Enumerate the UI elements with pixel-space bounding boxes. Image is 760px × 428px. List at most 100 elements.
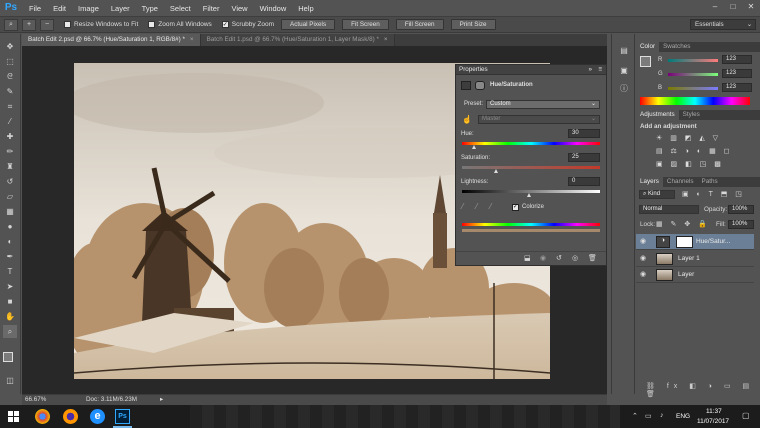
print-size-button[interactable]: Print Size [450, 19, 496, 30]
menu-select[interactable]: Select [164, 4, 197, 13]
color-fg-swatch[interactable] [640, 56, 651, 67]
zoom-tool-icon[interactable]: ⌕ [3, 325, 17, 338]
history-brush-tool-icon[interactable]: ↺ [3, 175, 17, 188]
firefox-icon[interactable] [63, 409, 78, 424]
b-input[interactable]: 123 [722, 83, 752, 92]
language-indicator[interactable]: ENG [676, 413, 690, 420]
quick-select-tool-icon[interactable]: ✎ [3, 85, 17, 98]
g-input[interactable]: 123 [722, 69, 752, 78]
clock-date[interactable]: 11/07/2017 [697, 418, 729, 425]
tab-styles[interactable]: Styles [679, 110, 704, 120]
tab-batch-edit-1[interactable]: Batch Edit 1.psd @ 66.7% (Hue/Saturation… [200, 34, 395, 46]
stamp-tool-icon[interactable]: ♜ [3, 160, 17, 173]
clip-to-layer-icon[interactable]: ⬓ [524, 254, 531, 262]
status-arrow-icon[interactable]: ▸ [160, 395, 163, 405]
tab-channels[interactable]: Channels [663, 177, 698, 187]
hand-tool-icon[interactable]: ✋ [3, 310, 17, 323]
resize-windows-checkbox[interactable]: Resize Windows to Fit [64, 21, 138, 28]
menu-filter[interactable]: Filter [197, 4, 226, 13]
tab-swatches[interactable]: Swatches [659, 42, 694, 52]
properties-panel-icon[interactable]: ▣ [617, 64, 631, 77]
shape-tool-icon[interactable]: ■ [3, 295, 17, 308]
tray-arrow-icon[interactable]: ⌃ [632, 412, 638, 420]
lightness-input[interactable]: 0 [568, 177, 600, 186]
close-button[interactable]: ✕ [742, 0, 760, 16]
menu-window[interactable]: Window [254, 4, 293, 13]
layer-mask-thumbnail[interactable] [676, 236, 693, 248]
menu-layer[interactable]: Layer [105, 4, 136, 13]
saturation-input[interactable]: 25 [568, 153, 600, 162]
internet-explorer-icon[interactable]: e [90, 409, 105, 424]
adjustment-icons-grid[interactable]: ☀ ▥ ◩ ◭ ▽ ▤ ⚖ ◑ ◐ ▦ ◻ ▣ ▨ ◧ ◳ ▩ [656, 132, 752, 172]
channel-select[interactable]: Master ⌄ [478, 115, 600, 124]
tab-paths[interactable]: Paths [698, 177, 722, 187]
workspace-select[interactable]: Essentials ⌄ [690, 19, 756, 30]
eyedropper-tool-icon[interactable]: ⁄ [3, 115, 17, 128]
targeted-adjust-icon[interactable]: ☝ [462, 115, 472, 124]
preset-select[interactable]: Custom ⌄ [486, 100, 600, 109]
maximize-button[interactable]: □ [724, 0, 742, 16]
layers-footer-icons[interactable]: ⛓ fx ◧ ◑ ▭ ▤ 🗑 [646, 382, 760, 398]
zoom-tool-icon[interactable]: ⌕ [4, 18, 18, 31]
color-spectrum[interactable] [640, 97, 750, 105]
layer-row-layer-1[interactable]: ◉ Layer 1 [636, 251, 754, 267]
zoom-out-icon[interactable]: − [40, 18, 54, 31]
blur-tool-icon[interactable]: ● [3, 220, 17, 233]
chrome-icon[interactable] [35, 409, 50, 424]
network-icon[interactable]: ▭ [645, 412, 652, 420]
colorize-checkbox[interactable]: ✓ [512, 204, 519, 211]
tab-adjustments[interactable]: Adjustments [636, 110, 679, 120]
pen-tool-icon[interactable]: ✒ [3, 250, 17, 263]
visibility-eye-icon[interactable]: ◉ [640, 255, 648, 263]
brush-tool-icon[interactable]: ✏ [3, 145, 17, 158]
opacity-input[interactable]: 100% [728, 205, 754, 214]
eyedropper-plus-icon[interactable]: ⁄ [476, 202, 477, 211]
gradient-tool-icon[interactable]: ▦ [3, 205, 17, 218]
eyedropper-minus-icon[interactable]: ⁄ [490, 202, 491, 211]
lasso-tool-icon[interactable]: ᘓ [3, 70, 17, 83]
layer-row-hue-saturation[interactable]: ◉ ◑ Hue/Satur... [636, 234, 754, 250]
visibility-eye-icon[interactable]: ◎ [572, 254, 578, 262]
menu-help[interactable]: Help [292, 4, 319, 13]
zoom-all-checkbox[interactable]: Zoom All Windows [148, 21, 212, 28]
crop-tool-icon[interactable]: ⌗ [3, 100, 17, 113]
type-tool-icon[interactable]: T [3, 265, 17, 278]
tab-color[interactable]: Color [636, 42, 660, 52]
tab-batch-edit-2[interactable]: Batch Edit 2.psd @ 66.7% (Hue/Saturation… [22, 34, 201, 46]
menu-type[interactable]: Type [136, 4, 164, 13]
eyedropper-icon[interactable]: ⁄ [462, 202, 463, 211]
r-slider[interactable] [668, 59, 718, 62]
tab-layers[interactable]: Layers [636, 177, 663, 187]
actual-pixels-button[interactable]: Actual Pixels [281, 19, 336, 30]
photoshop-taskbar-icon[interactable]: Ps [115, 409, 130, 424]
reset-icon[interactable]: ↺ [556, 254, 562, 262]
visibility-eye-icon[interactable]: ◉ [640, 238, 648, 246]
notification-icon[interactable]: ▢ [742, 411, 750, 420]
move-tool-icon[interactable]: ✥ [3, 40, 17, 53]
lock-icons[interactable]: ▦ ✎ ✥ 🔒 [656, 220, 710, 228]
healing-tool-icon[interactable]: ✚ [3, 130, 17, 143]
panel-menu-icon[interactable]: ≡ [598, 65, 602, 75]
marquee-tool-icon[interactable]: ⬚ [3, 55, 17, 68]
layer-filter-icons[interactable]: ▣ ◐ T ⬒ ◳ [682, 190, 745, 198]
zoom-level[interactable]: 66.67% [25, 395, 46, 405]
fill-input[interactable]: 100% [728, 220, 754, 229]
menu-view[interactable]: View [225, 4, 253, 13]
collapse-icon[interactable]: » [588, 65, 592, 75]
windows-start-icon[interactable] [8, 411, 19, 422]
g-slider[interactable] [668, 73, 718, 76]
layer-row-layer[interactable]: ◉ Layer [636, 267, 754, 283]
saturation-slider-thumb[interactable] [494, 169, 498, 173]
close-icon[interactable]: × [190, 36, 194, 43]
path-select-tool-icon[interactable]: ➤ [3, 280, 17, 293]
menu-file[interactable]: File [23, 4, 47, 13]
lightness-slider[interactable] [462, 190, 600, 193]
eraser-tool-icon[interactable]: ▱ [3, 190, 17, 203]
close-icon[interactable]: × [384, 36, 388, 43]
r-input[interactable]: 123 [722, 55, 752, 64]
fit-screen-button[interactable]: Fit Screen [342, 19, 389, 30]
visibility-eye-icon[interactable]: ◉ [640, 271, 648, 279]
menu-image[interactable]: Image [72, 4, 105, 13]
volume-icon[interactable]: ♪ [660, 412, 664, 419]
clock-time[interactable]: 11:37 [706, 408, 722, 415]
